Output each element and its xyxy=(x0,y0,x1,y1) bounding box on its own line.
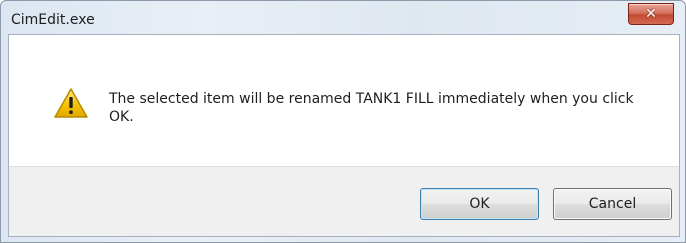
message-area: The selected item will be renamed TANK1 … xyxy=(9,35,679,166)
warning-icon xyxy=(54,88,88,118)
close-icon: ✕ xyxy=(645,6,657,22)
ok-button[interactable]: OK xyxy=(420,188,539,220)
title-bar[interactable]: CimEdit.exe ✕ xyxy=(1,1,685,35)
window-title: CimEdit.exe xyxy=(11,12,95,28)
cancel-button[interactable]: Cancel xyxy=(553,188,672,220)
message-text: The selected item will be renamed TANK1 … xyxy=(109,91,634,125)
button-bar: OK Cancel xyxy=(9,166,679,236)
dialog-window: CimEdit.exe ✕ The selected item will be … xyxy=(0,0,686,243)
close-button[interactable]: ✕ xyxy=(628,3,674,25)
dialog-content: The selected item will be renamed TANK1 … xyxy=(8,34,680,237)
